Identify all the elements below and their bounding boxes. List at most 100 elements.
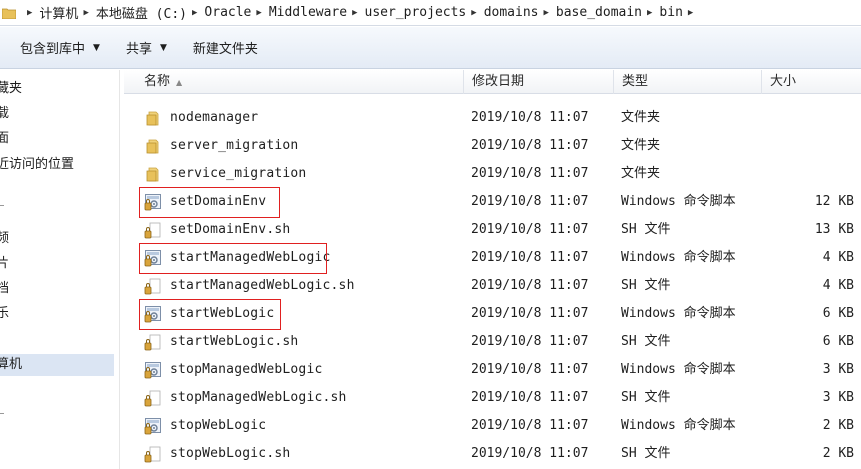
breadcrumb-separator-icon[interactable]: ▶ [543,8,548,18]
sidebar-item[interactable]: 面 [0,128,9,150]
file-row[interactable]: stopWebLogic 2019/10/8 11:07 Windows 命令脚本 2… [124,412,861,440]
file-row[interactable]: setDomainEnv 2019/10/8 11:07 Windows 命令脚本 1… [124,187,861,218]
file-type: SH 文件 [621,446,671,461]
file-modified-date: 2019/10/8 11:07 [471,222,589,237]
breadcrumb-item[interactable]: ▶ Middleware [251,3,347,22]
breadcrumb-separator-icon[interactable]: ▶ [192,8,197,18]
file-modified-date: 2019/10/8 11:07 [471,306,589,321]
breadcrumb-separator-icon[interactable]: ▶ [471,8,476,18]
sidebar-item[interactable]: 乐 [0,303,9,325]
file-name: server_migration [170,138,299,153]
sidebar-item[interactable]: 藏夹 [0,78,22,100]
sidebar-item[interactable]: 算机 [0,354,114,376]
sidebar-item-label: 乐 [0,306,10,321]
sidebar-item[interactable]: 频 [0,228,9,250]
sh-file-icon [144,389,162,407]
breadcrumb-separator-icon[interactable]: ▶ [647,8,652,18]
file-row[interactable]: startManagedWebLogic 2019/10/8 11:07 Windo… [124,243,861,274]
file-type: Windows 命令脚本 [621,362,736,377]
breadcrumb-separator-icon[interactable]: ▶ [688,8,693,18]
file-row[interactable]: stopManagedWebLogic.sh 2019/10/8 11:07 SH … [124,384,861,412]
sh-file-icon [144,221,162,239]
breadcrumb-label: Middleware [268,5,348,20]
folder-icon [144,165,162,183]
file-modified-date: 2019/10/8 11:07 [471,418,589,433]
file-type: Windows 命令脚本 [621,306,736,321]
file-row[interactable]: startManagedWebLogic.sh 2019/10/8 11:07 SH… [124,272,861,300]
red-highlight-box [139,243,327,274]
breadcrumb-item[interactable]: ▶ domains [466,3,538,22]
file-modified-date: 2019/10/8 11:07 [471,278,589,293]
sidebar-item[interactable]: 载 [0,103,9,125]
file-type: 文件夹 [621,138,661,153]
breadcrumb-item[interactable]: ▶ base_domain [538,3,642,22]
sidebar-item-label: 算机 [0,357,23,372]
chevron-down-icon: ▼ [93,42,100,53]
new-folder-label: 新建文件夹 [192,42,258,57]
file-row[interactable]: nodemanager 2019/10/8 11:07 文件夹 [124,104,861,132]
address-bar[interactable]: ▶ 计算机 ▶ 本地磁盘 (C:) ▶ Oracle ▶ Middleware ▶ user_pr… [0,0,861,26]
chevron-down-icon: ▼ [159,42,167,53]
command-toolbar: 包含到库中 ▼ 共享 ▼ 新建文件夹 [0,27,861,69]
file-size: 3 KB [822,390,854,405]
column-header-date[interactable]: 修改日期 [464,70,614,94]
include-in-library-button[interactable]: 包含到库中 ▼ [12,33,108,63]
breadcrumb-label: Oracle [204,5,252,20]
breadcrumb-item[interactable]: ▶ user_projects [347,3,466,22]
file-type: 文件夹 [621,166,661,181]
sidebar-item[interactable]: 近访问的位置 [0,154,74,176]
file-row[interactable]: startWebLogic 2019/10/8 11:07 Windows 命令脚本… [124,299,861,330]
sidebar-item[interactable]: 档 [0,278,9,300]
breadcrumb-item[interactable]: ▶ 本地磁盘 (C:) [78,3,187,22]
breadcrumb-label: 本地磁盘 (C:) [95,7,187,22]
file-name: stopWebLogic [170,418,267,433]
sidebar-divider [0,205,4,206]
file-size: 2 KB [822,446,854,461]
breadcrumb-item[interactable]: ▶ Oracle [187,3,251,22]
breadcrumb-separator-icon[interactable]: ▶ [27,8,32,18]
file-size: 6 KB [822,306,854,321]
file-type: SH 文件 [621,278,671,293]
folder-icon [144,109,162,127]
file-row[interactable]: setDomainEnv.sh 2019/10/8 11:07 SH 文件 13 KB [124,216,861,244]
breadcrumb-separator-icon[interactable]: ▶ [352,8,357,18]
file-type: Windows 命令脚本 [621,250,736,265]
file-row[interactable]: server_migration 2019/10/8 11:07 文件夹 [124,132,861,160]
sidebar-item-label: 档 [0,281,10,296]
file-size: 2 KB [822,418,854,433]
share-button[interactable]: 共享 ▼ [118,33,175,63]
file-modified-date: 2019/10/8 11:07 [471,110,589,125]
breadcrumb-item[interactable]: ▶ 计算机 [22,3,78,22]
file-row[interactable]: startWebLogic.sh 2019/10/8 11:07 SH 文件 6 KB [124,328,861,356]
folder-icon [144,137,162,155]
sh-file-icon [144,333,162,351]
breadcrumb-item[interactable]: ▶ bin [642,3,683,22]
column-header-size[interactable]: 大小 [762,70,861,94]
file-size: 12 KB [814,194,854,209]
navigation-pane: 藏夹载面近访问的位置频片档乐算机 [0,70,120,469]
column-header-name[interactable]: 名称 ▲ [124,70,464,94]
include-in-library-label: 包含到库中 [20,42,86,57]
sidebar-item-label: 面 [0,131,10,146]
file-row[interactable]: stopWebLogic.sh 2019/10/8 11:07 SH 文件 2 KB [124,440,861,468]
file-row[interactable]: stopManagedWebLogic 2019/10/8 11:07 Window… [124,356,861,384]
sort-ascending-icon: ▲ [176,78,183,87]
file-modified-date: 2019/10/8 11:07 [471,138,589,153]
file-size: 4 KB [822,250,854,265]
breadcrumb-separator-icon[interactable]: ▶ [83,8,88,18]
file-row[interactable]: service_migration 2019/10/8 11:07 文件夹 [124,160,861,188]
sidebar-item[interactable]: 片 [0,253,9,275]
file-name: stopManagedWebLogic.sh [170,390,347,405]
sh-file-icon [144,445,162,463]
file-size: 13 KB [814,222,854,237]
column-header-type[interactable]: 类型 [614,70,762,94]
sidebar-item-label: 载 [0,106,10,121]
file-type: Windows 命令脚本 [621,418,736,433]
sidebar-item-label: 频 [0,231,10,246]
breadcrumb-label: bin [659,5,683,20]
breadcrumb-label: base_domain [555,5,642,20]
breadcrumb-separator-icon[interactable]: ▶ [256,8,261,18]
batch-script-icon [144,361,162,379]
new-folder-button[interactable]: 新建文件夹 [185,33,266,63]
breadcrumb-label: domains [483,5,539,20]
